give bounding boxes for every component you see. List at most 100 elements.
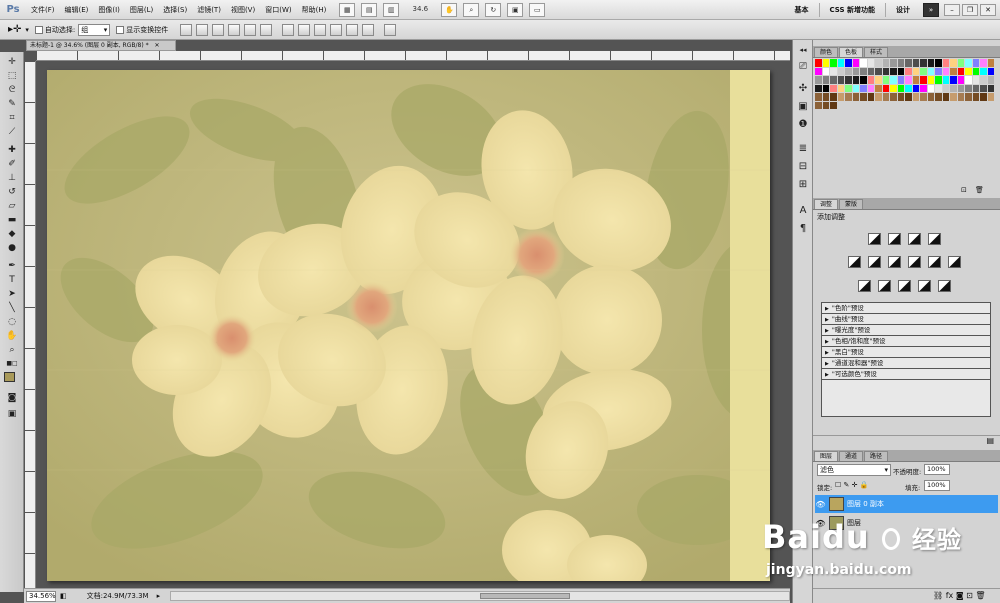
color-swatch[interactable] <box>837 67 844 75</box>
color-swatch[interactable] <box>830 67 837 75</box>
expand-panels-icon[interactable]: ◂◂ <box>796 44 810 57</box>
distribute-top-icon[interactable] <box>282 23 295 36</box>
swatch-grid[interactable] <box>815 59 997 121</box>
color-swatch[interactable] <box>890 84 897 92</box>
color-swatch[interactable] <box>965 76 972 84</box>
zoom-field[interactable]: 34.56% <box>26 590 56 602</box>
tab-close-icon[interactable]: ✕ <box>155 42 160 49</box>
color-swatch[interactable] <box>935 76 942 84</box>
restore-icon[interactable]: ❐ <box>962 3 978 16</box>
extras-icon[interactable]: ▥ <box>383 2 400 17</box>
color-swatch[interactable] <box>935 93 942 101</box>
color-swatch[interactable] <box>987 67 994 75</box>
distribute-bottom-icon[interactable] <box>314 23 327 36</box>
workspace-more-icon[interactable]: » <box>923 2 939 17</box>
brightness-contrast-icon[interactable] <box>868 233 881 245</box>
color-swatch[interactable] <box>942 67 949 75</box>
color-swatch[interactable] <box>935 67 942 75</box>
navigator-icon[interactable]: ▣ <box>796 100 810 113</box>
color-swatch[interactable] <box>987 84 994 92</box>
color-swatch[interactable] <box>950 67 957 75</box>
color-swatch[interactable] <box>852 93 859 101</box>
tab-channels[interactable]: 通道 <box>839 451 864 461</box>
lasso-tool-icon[interactable]: ᘓ <box>4 84 20 96</box>
quick-mask-icon[interactable]: ◙ <box>4 392 20 404</box>
color-swatch[interactable] <box>927 67 934 75</box>
color-swatch[interactable] <box>822 59 829 67</box>
color-balance-icon[interactable] <box>888 256 901 268</box>
type-tool-icon[interactable]: T <box>4 274 20 286</box>
color-swatch[interactable] <box>972 84 979 92</box>
color-swatch[interactable] <box>837 93 844 101</box>
status-menu-icon[interactable]: ▸ <box>157 592 161 600</box>
add-mask-icon[interactable]: ◙ <box>956 591 964 600</box>
color-swatch[interactable] <box>852 59 859 67</box>
workspace-whats-new-css[interactable]: CSS 新增功能 <box>820 5 885 15</box>
color-swatch[interactable] <box>860 93 867 101</box>
tab-swatches[interactable]: 色板 <box>839 47 864 57</box>
color-swatch[interactable] <box>912 59 919 67</box>
vibrance-icon[interactable] <box>848 256 861 268</box>
color-swatch[interactable] <box>867 67 874 75</box>
color-swatch[interactable] <box>912 76 919 84</box>
menu-window[interactable]: 窗口(W) <box>260 5 296 15</box>
align-vcenter-icon[interactable] <box>196 23 209 36</box>
color-swatch[interactable] <box>905 93 912 101</box>
menu-view[interactable]: 视图(V) <box>226 5 260 15</box>
tab-layers[interactable]: 图层 <box>814 451 839 461</box>
distribute-left-icon[interactable] <box>330 23 343 36</box>
color-swatch[interactable] <box>927 59 934 67</box>
eraser-tool-icon[interactable]: ▱ <box>4 200 20 212</box>
color-swatch[interactable] <box>957 59 964 67</box>
new-swatch-icon[interactable]: ⊡ <box>961 186 967 194</box>
tab-styles[interactable]: 样式 <box>864 47 889 57</box>
align-left-icon[interactable] <box>228 23 241 36</box>
color-swatch[interactable] <box>950 59 957 67</box>
color-swatch[interactable] <box>942 93 949 101</box>
color-swatch[interactable] <box>845 84 852 92</box>
delete-layer-icon[interactable]: 🗑 <box>975 591 985 600</box>
color-swatch[interactable] <box>867 93 874 101</box>
screen-mode-icon[interactable]: ▭ <box>529 2 546 17</box>
color-swatch[interactable] <box>942 59 949 67</box>
close-icon[interactable]: ✕ <box>980 3 996 16</box>
levels-icon[interactable] <box>888 233 901 245</box>
color-swatch[interactable] <box>920 93 927 101</box>
color-swatch[interactable] <box>920 84 927 92</box>
color-swatch[interactable] <box>965 59 972 67</box>
clone-source-icon[interactable]: ⊟ <box>796 160 810 173</box>
color-swatch[interactable] <box>950 76 957 84</box>
color-swatch[interactable] <box>875 76 882 84</box>
color-swatch[interactable] <box>987 93 994 101</box>
menu-image[interactable]: 图像(I) <box>93 5 125 15</box>
color-swatch[interactable] <box>972 76 979 84</box>
color-swatch[interactable] <box>882 67 889 75</box>
brush-tool-icon[interactable]: ✐ <box>4 158 20 170</box>
adjustments-menu-icon[interactable]: ▤ <box>986 436 994 445</box>
workspace-design[interactable]: 设计 <box>886 5 920 15</box>
color-swatch[interactable] <box>942 84 949 92</box>
curves-icon[interactable] <box>908 233 921 245</box>
document-tab[interactable]: 未标题-1 @ 34.6% (图层 0 副本, RGB/8) * ✕ <box>26 40 176 51</box>
dodge-tool-icon[interactable]: ● <box>4 242 20 254</box>
threshold-icon[interactable] <box>898 280 911 292</box>
posterize-icon[interactable] <box>878 280 891 292</box>
color-swatch[interactable] <box>815 59 822 67</box>
auto-select-dropdown[interactable]: 组 <box>78 23 111 36</box>
color-swatch[interactable] <box>815 84 822 92</box>
delete-swatch-icon[interactable]: 🗑 <box>975 186 984 194</box>
color-swatch[interactable] <box>875 84 882 92</box>
color-swatch[interactable] <box>867 59 874 67</box>
menu-edit[interactable]: 编辑(E) <box>60 5 94 15</box>
channel-mixer-icon[interactable] <box>948 256 961 268</box>
align-top-icon[interactable] <box>180 23 193 36</box>
workspace-essentials[interactable]: 基本 <box>785 5 819 15</box>
color-swatch[interactable] <box>980 93 987 101</box>
color-swatch[interactable] <box>890 59 897 67</box>
color-swatch[interactable] <box>860 84 867 92</box>
color-swatch[interactable] <box>905 59 912 67</box>
color-swatch[interactable] <box>822 84 829 92</box>
lock-icons[interactable]: ☐ ✎ ✛ 🔒 <box>835 481 868 489</box>
color-swatch[interactable] <box>845 59 852 67</box>
color-swatch[interactable] <box>860 59 867 67</box>
